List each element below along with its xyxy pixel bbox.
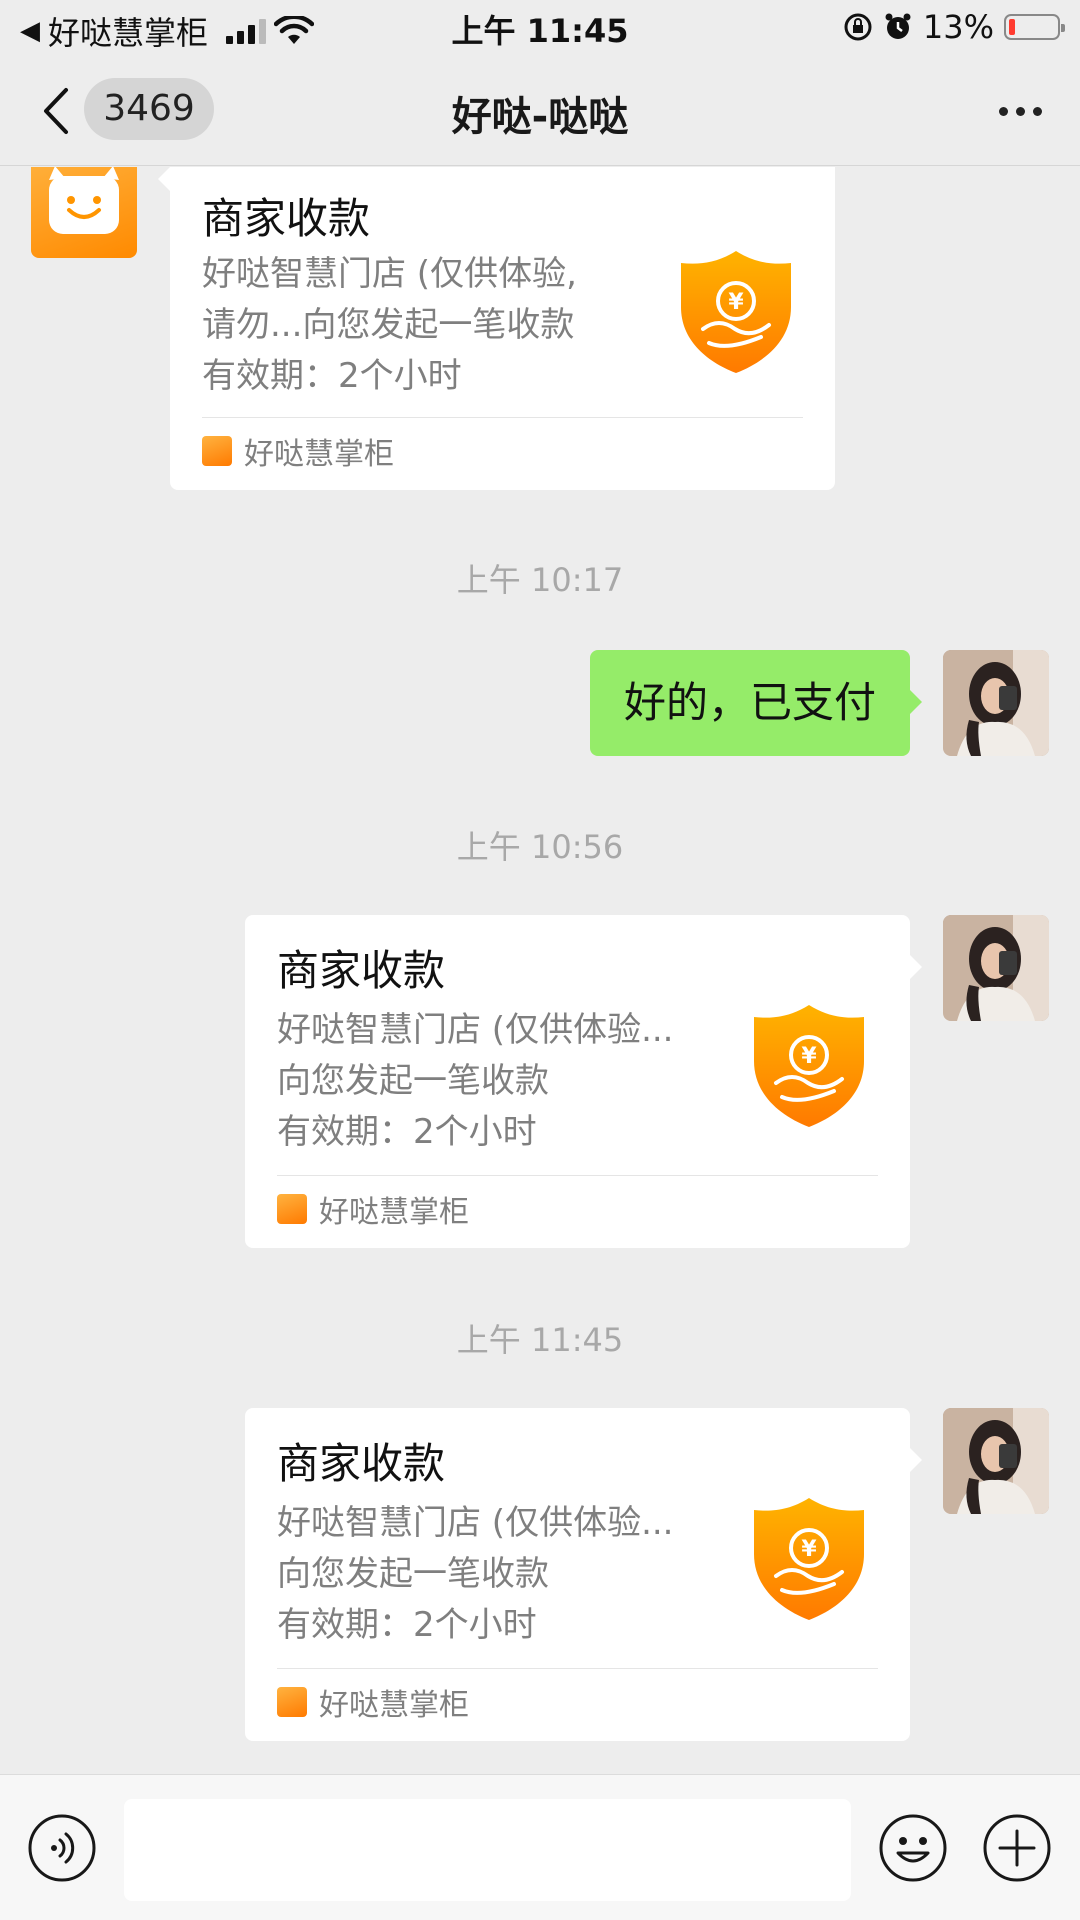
- emoji-icon[interactable]: [878, 1813, 948, 1883]
- avatar-photo: [943, 1408, 1049, 1514]
- chat-title: 好哒-哒哒: [451, 94, 629, 140]
- voice-icon[interactable]: [27, 1813, 97, 1883]
- card-expiry: 有效期：2个小时: [277, 1112, 537, 1152]
- status-bar: ◀ 好哒慧掌柜 上午 11:45 13%: [0, 0, 1080, 56]
- more-icon[interactable]: [990, 96, 1050, 126]
- bubble-tail: [158, 167, 170, 191]
- card-divider: [277, 1668, 878, 1669]
- mini-app-icon: [277, 1194, 307, 1224]
- card-description: 好哒智慧门店 (仅供体验, 请勿...向您发起一笔收款 有效期：2个小时: [202, 249, 632, 402]
- card-source[interactable]: 好哒慧掌柜: [277, 1187, 469, 1231]
- alarm-icon: [885, 13, 911, 39]
- avatar-photo: [943, 650, 1049, 756]
- card-desc-line: 好哒智慧门店 (仅供体验,: [202, 254, 577, 294]
- card-expiry: 有效期：2个小时: [202, 356, 462, 396]
- card-source[interactable]: 好哒慧掌柜: [202, 429, 394, 473]
- payment-card[interactable]: 商家收款 好哒智慧门店 (仅供体验... 向您发起一笔收款 有效期：2个小时 ¥…: [245, 1408, 922, 1741]
- card-expiry: 有效期：2个小时: [277, 1605, 537, 1645]
- svg-text:¥: ¥: [801, 1044, 817, 1069]
- timestamp: 上午 11:45: [456, 1321, 624, 1359]
- app-avatar[interactable]: [31, 167, 137, 258]
- card-divider: [202, 417, 803, 418]
- shield-yuan-icon: ¥: [754, 1005, 864, 1127]
- bubble-tail: [910, 1448, 922, 1472]
- mini-app-icon: [202, 436, 232, 466]
- user-avatar[interactable]: [943, 915, 1049, 1021]
- card-title: 商家收款: [277, 1439, 446, 1488]
- card-source-label: 好哒慧掌柜: [319, 1195, 469, 1230]
- card-divider: [277, 1175, 878, 1176]
- card-desc-line: 好哒智慧门店 (仅供体验...: [277, 1503, 674, 1543]
- card-desc-line: 请勿...向您发起一笔收款: [202, 305, 575, 345]
- bubble-tail: [910, 955, 922, 979]
- avatar-photo: [943, 915, 1049, 1021]
- card-description: 好哒智慧门店 (仅供体验... 向您发起一笔收款 有效期：2个小时: [277, 1498, 707, 1651]
- status-right: 13%: [843, 8, 1065, 46]
- card-desc-line: 好哒智慧门店 (仅供体验...: [277, 1010, 674, 1050]
- card-desc-line: 向您发起一笔收款: [277, 1061, 549, 1101]
- shield-yuan-icon: ¥: [681, 251, 791, 373]
- card-source[interactable]: 好哒慧掌柜: [277, 1680, 469, 1724]
- svg-text:¥: ¥: [801, 1537, 817, 1562]
- orientation-lock-icon: [844, 13, 872, 41]
- card-desc-line: 向您发起一笔收款: [277, 1554, 549, 1594]
- card-title: 商家收款: [202, 194, 371, 243]
- text-bubble[interactable]: 好的，已支付: [589, 650, 923, 756]
- battery-percent: 13%: [922, 8, 994, 46]
- card-source-label: 好哒慧掌柜: [244, 437, 394, 472]
- battery-level: [1009, 19, 1015, 35]
- card-title: 商家收款: [277, 946, 446, 995]
- timestamp: 上午 10:17: [456, 561, 624, 599]
- message-input[interactable]: [124, 1799, 851, 1901]
- card-description: 好哒智慧门店 (仅供体验... 向您发起一笔收款 有效期：2个小时: [277, 1005, 707, 1158]
- card-source-label: 好哒慧掌柜: [319, 1688, 469, 1723]
- payment-card[interactable]: 商家收款 好哒智慧门店 (仅供体验... 向您发起一笔收款 有效期：2个小时 ¥…: [245, 915, 922, 1248]
- user-avatar[interactable]: [943, 1408, 1049, 1514]
- input-bar: [0, 1774, 1080, 1920]
- timestamp: 上午 10:56: [456, 828, 624, 866]
- chat-messages[interactable]: 商家收款 好哒智慧门店 (仅供体验, 请勿...向您发起一笔收款 有效期：2个小…: [0, 167, 1080, 1774]
- shield-yuan-icon: ¥: [754, 1498, 864, 1620]
- svg-text:¥: ¥: [728, 290, 744, 315]
- plus-icon[interactable]: [982, 1813, 1052, 1883]
- app-logo-icon: [49, 167, 119, 234]
- user-avatar[interactable]: [943, 650, 1049, 756]
- mini-app-icon: [277, 1687, 307, 1717]
- payment-card[interactable]: 商家收款 好哒智慧门店 (仅供体验, 请勿...向您发起一笔收款 有效期：2个小…: [158, 167, 835, 490]
- chat-header: 3469 好哒-哒哒: [0, 56, 1080, 166]
- battery-icon: [1004, 14, 1065, 40]
